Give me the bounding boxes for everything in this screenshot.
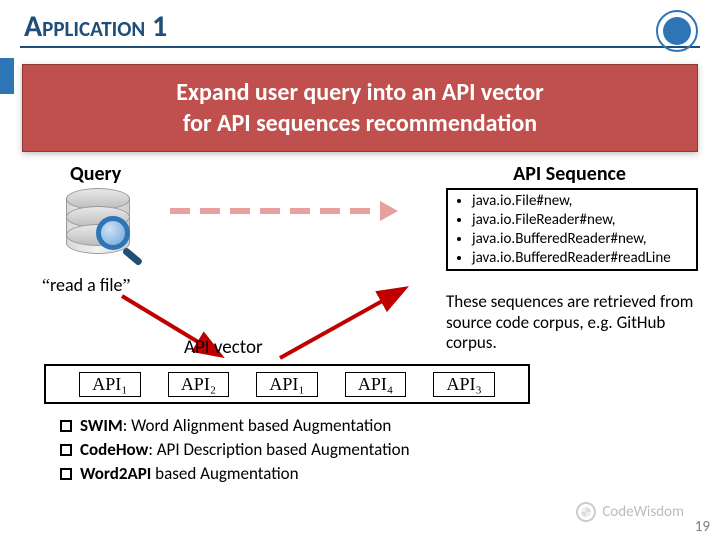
- banner-line-2: for API sequences recommendation: [33, 108, 687, 139]
- title-bar: Application 1: [0, 0, 720, 52]
- api-chip: API₄: [345, 372, 406, 397]
- banner-line-1: Expand user query into an API vector: [33, 77, 687, 108]
- watermark: CodeWisdom: [576, 502, 684, 522]
- query-label: Query: [70, 162, 121, 186]
- api-chip: API₁: [256, 372, 317, 397]
- api-sequence-item: java.io.FileReader#new,: [472, 211, 692, 230]
- api-vector-box: API₁ API₂ API₁ API₄ API₃: [44, 364, 530, 404]
- dashed-arrow-icon: [170, 204, 420, 218]
- api-chip: API₁: [79, 372, 140, 397]
- list-item: Word2API based Augmentation: [60, 462, 410, 486]
- api-sequence-item: java.io.BufferedReader#readLine: [472, 249, 692, 268]
- sequence-note: These sequences are retrieved from sourc…: [446, 292, 698, 353]
- side-accent: [0, 58, 14, 94]
- list-item: SWIM: Word Alignment based Augmentation: [60, 414, 410, 438]
- api-sequence-item: java.io.File#new,: [472, 192, 692, 211]
- red-arrow-right-icon: [272, 284, 412, 364]
- api-chip: API₂: [168, 372, 229, 397]
- api-sequence-item: java.io.BufferedReader#new,: [472, 230, 692, 249]
- title-underline: [20, 46, 700, 48]
- api-chip: API₃: [433, 372, 494, 397]
- database-search-icon: [66, 188, 146, 266]
- api-vector-label: API vector: [184, 336, 263, 359]
- list-item: CodeHow: API Description based Augmentat…: [60, 438, 410, 462]
- watermark-text: CodeWisdom: [602, 503, 684, 521]
- page-number: 19: [695, 518, 710, 536]
- banner: Expand user query into an API vector for…: [22, 64, 698, 152]
- api-sequence-label: API Sequence: [513, 162, 626, 186]
- slide-title: Application 1: [24, 8, 167, 45]
- watermark-logo-icon: [576, 502, 596, 522]
- api-sequence-box: java.io.File#new, java.io.FileReader#new…: [446, 188, 698, 271]
- university-logo: [656, 10, 698, 52]
- augmentation-list: SWIM: Word Alignment based Augmentation …: [60, 414, 410, 485]
